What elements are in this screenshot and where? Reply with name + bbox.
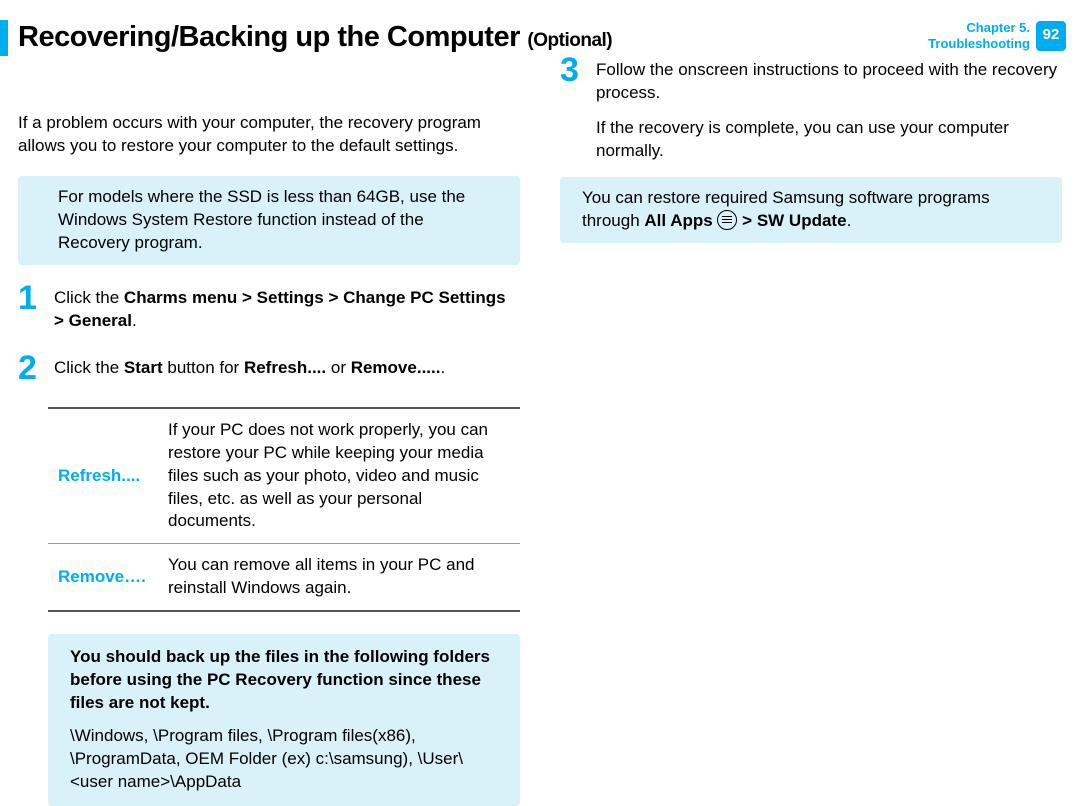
ssd-note-box: For models where the SSD is less than 64… — [18, 176, 520, 265]
chapter-line1: Chapter 5. — [928, 20, 1030, 36]
backup-warning-box: You should back up the files in the foll… — [48, 634, 520, 806]
left-column: If a problem occurs with your computer, … — [18, 112, 520, 806]
title-accent-bar — [0, 20, 8, 56]
backup-warning-body: \Windows, \Program files, \Program files… — [70, 725, 498, 794]
content-columns: If a problem occurs with your computer, … — [0, 112, 1080, 806]
step-2-t3: or — [326, 358, 351, 377]
step-2-b1: Start — [124, 358, 163, 377]
right-column: 3 Follow the onscreen instructions to pr… — [560, 57, 1062, 806]
restore-note-t2: > — [737, 211, 756, 230]
ssd-note-text: For models where the SSD is less than 64… — [58, 187, 465, 252]
table-row: Refresh.... If your PC does not work pro… — [48, 408, 520, 544]
option-remove-label: Remove…. — [48, 544, 158, 611]
backup-warning-title: You should back up the files in the foll… — [70, 646, 498, 715]
option-remove-desc: You can remove all items in your PC and … — [158, 544, 520, 611]
step-2-t2: button for — [163, 358, 244, 377]
all-apps-icon — [717, 210, 737, 230]
restore-note-b2: SW Update — [757, 211, 847, 230]
title-bar: Recovering/Backing up the Computer (Opti… — [0, 0, 1080, 57]
page-title: Recovering/Backing up the Computer (Opti… — [18, 18, 612, 57]
step-2-text: Click the Start button for Refresh.... o… — [54, 355, 520, 380]
after-step3-text: If the recovery is complete, you can use… — [560, 117, 1062, 163]
step-2-t1: Click the — [54, 358, 124, 377]
page-number-badge: 92 — [1036, 21, 1066, 51]
step-2-b3: Remove..... — [351, 358, 441, 377]
option-refresh-label: Refresh.... — [48, 408, 158, 544]
step-1-prefix: Click the — [54, 288, 124, 307]
page-title-suffix: (Optional) — [527, 30, 612, 51]
title-left: Recovering/Backing up the Computer (Opti… — [0, 18, 612, 57]
header-right: Chapter 5. Troubleshooting 92 — [928, 18, 1080, 51]
options-table: Refresh.... If your PC does not work pro… — [48, 407, 520, 613]
step-1-number: 1 — [18, 281, 54, 315]
step-1: 1 Click the Charms menu > Settings > Cha… — [18, 285, 520, 333]
option-refresh-desc: If your PC does not work properly, you c… — [158, 408, 520, 544]
step-2-b2: Refresh.... — [244, 358, 326, 377]
step-2-t4: . — [440, 358, 445, 377]
step-2: 2 Click the Start button for Refresh....… — [18, 355, 520, 385]
restore-note-b1: All Apps — [644, 211, 712, 230]
restore-note-t3: . — [847, 211, 852, 230]
restore-note-box: You can restore required Samsung softwar… — [560, 177, 1062, 243]
chapter-label: Chapter 5. Troubleshooting — [928, 20, 1030, 51]
table-row: Remove…. You can remove all items in you… — [48, 544, 520, 611]
intro-paragraph: If a problem occurs with your computer, … — [18, 112, 520, 158]
step-3-number: 3 — [560, 53, 596, 87]
chapter-line2: Troubleshooting — [928, 36, 1030, 52]
step-3: 3 Follow the onscreen instructions to pr… — [560, 57, 1062, 105]
step-1-text: Click the Charms menu > Settings > Chang… — [54, 285, 520, 333]
step-3-text: Follow the onscreen instructions to proc… — [596, 57, 1062, 105]
step-1-suffix: . — [132, 311, 137, 330]
step-2-number: 2 — [18, 351, 54, 385]
page-title-main: Recovering/Backing up the Computer — [18, 21, 520, 53]
